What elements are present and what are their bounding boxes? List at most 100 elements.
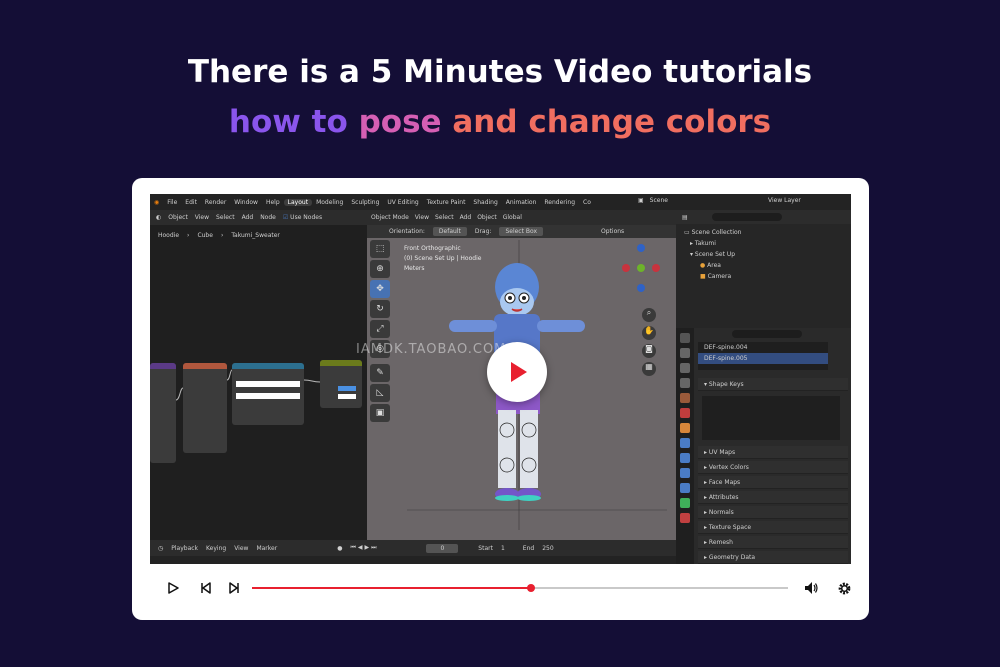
outliner-header: ▤ <box>676 210 851 224</box>
timeline-menu-marker[interactable]: Marker <box>256 545 277 552</box>
video-frame[interactable]: ◉ File Edit Render Window Help Layout Mo… <box>150 194 851 564</box>
bone-row-selected[interactable]: DEF-spine.005 <box>698 353 828 364</box>
camera-view-icon[interactable]: ◙ <box>642 344 656 358</box>
scene-tab-icon[interactable] <box>680 393 690 403</box>
panel-shape-keys[interactable]: ▾ Shape Keys <box>698 378 848 391</box>
timeline-editor-icon[interactable]: ◷ <box>158 545 163 552</box>
properties-editor[interactable]: DEF-spine.004 DEF-spine.005 ▾ Shape Keys… <box>676 328 851 564</box>
view-layer-tab-icon[interactable] <box>680 378 690 388</box>
settings-button[interactable] <box>834 578 854 598</box>
play-button[interactable] <box>163 578 183 598</box>
tab-rendering[interactable]: Rendering <box>540 199 579 206</box>
properties-search[interactable] <box>732 330 802 338</box>
subtitle-part-pose: pose <box>358 104 453 140</box>
panel-face-maps[interactable]: ▸ Face Maps <box>698 476 848 489</box>
menu-help[interactable]: Help <box>262 199 284 206</box>
skip-back-button[interactable] <box>195 578 215 598</box>
node-menu-select[interactable]: Select <box>216 214 235 221</box>
playback-controls-icon[interactable]: ⏮◀▶⏭ <box>350 544 378 552</box>
navigation-gizmo[interactable]: ⌕ ✋ ◙ ▦ <box>616 240 666 376</box>
tab-modeling[interactable]: Modeling <box>312 199 347 206</box>
menu-window[interactable]: Window <box>230 199 262 206</box>
shader-node-editor[interactable]: ◐ Object View Select Add Node ☑ Use Node… <box>150 210 367 556</box>
tab-animation[interactable]: Animation <box>502 199 541 206</box>
end-frame-field[interactable]: 250 <box>542 545 553 552</box>
constraints-tab-icon[interactable] <box>680 483 690 493</box>
current-frame-field[interactable]: 0 <box>426 543 459 553</box>
node-principled-bsdf[interactable] <box>320 360 362 408</box>
panel-normals[interactable]: ▸ Normals <box>698 506 848 519</box>
object-tab-icon[interactable] <box>680 423 690 433</box>
node-texture-coordinate[interactable] <box>150 363 176 463</box>
panel-vertex-colors[interactable]: ▸ Vertex Colors <box>698 461 848 474</box>
menu-edit[interactable]: Edit <box>181 199 201 206</box>
start-frame-field[interactable]: 1 <box>501 545 505 552</box>
use-nodes-checkbox[interactable]: ☑ Use Nodes <box>283 214 322 221</box>
bone-row[interactable]: DEF-spine.004 <box>698 342 828 353</box>
outliner-row-area[interactable]: ● Area <box>676 260 851 271</box>
volume-button[interactable] <box>801 578 821 598</box>
tool-tab-icon[interactable] <box>680 333 690 343</box>
outliner-label-takumi: Takumi <box>694 240 716 247</box>
physics-tab-icon[interactable] <box>680 468 690 478</box>
skip-forward-button[interactable] <box>225 578 245 598</box>
node-menu-view[interactable]: View <box>195 214 209 221</box>
breadcrumb: Hoodie › Cube › Takumi_Sweater <box>158 232 280 239</box>
filter-icon[interactable]: ▤ <box>682 214 688 221</box>
tab-uv-editing[interactable]: UV Editing <box>383 199 422 206</box>
record-icon[interactable]: ● <box>337 545 342 552</box>
tab-sculpting[interactable]: Sculpting <box>347 199 383 206</box>
object-dropdown[interactable]: Object <box>168 214 188 221</box>
timeline-menu-view[interactable]: View <box>234 545 248 552</box>
node-menu-add[interactable]: Add <box>242 214 254 221</box>
panel-attributes[interactable]: ▸ Attributes <box>698 491 848 504</box>
progress-knob[interactable] <box>526 584 535 592</box>
panel-remesh[interactable]: ▸ Remesh <box>698 536 848 549</box>
render-tab-icon[interactable] <box>680 348 690 358</box>
breadcrumb-hoodie: Hoodie <box>158 232 180 239</box>
material-tab-icon[interactable] <box>680 513 690 523</box>
blender-logo-icon: ◉ <box>154 198 160 206</box>
tab-shading[interactable]: Shading <box>469 199 501 206</box>
pan-hand-icon[interactable]: ✋ <box>642 326 656 340</box>
node-menu-node[interactable]: Node <box>260 214 276 221</box>
data-tab-icon[interactable] <box>680 498 690 508</box>
play-overlay-button[interactable] <box>487 342 547 402</box>
tab-layout[interactable]: Layout <box>283 198 313 206</box>
editor-type-icon[interactable]: ◐ <box>156 214 161 221</box>
world-tab-icon[interactable] <box>680 408 690 418</box>
axis-gizmo-icon[interactable] <box>616 240 666 300</box>
panel-geometry-data[interactable]: ▸ Geometry Data <box>698 551 848 564</box>
panel-label-normals: Normals <box>708 508 734 516</box>
output-tab-icon[interactable] <box>680 363 690 373</box>
particles-tab-icon[interactable] <box>680 453 690 463</box>
skip-forward-icon <box>229 582 239 594</box>
zoom-icon[interactable]: ⌕ <box>642 308 656 322</box>
panel-label-attributes: Attributes <box>708 493 739 501</box>
node-noise-texture[interactable] <box>183 363 227 453</box>
timeline-ruler[interactable] <box>150 556 676 564</box>
timeline-menu-playback[interactable]: Playback <box>171 545 198 552</box>
panel-label-uv-maps: UV Maps <box>708 448 736 456</box>
menu-file[interactable]: File <box>163 199 181 206</box>
play-icon <box>168 582 179 594</box>
progress-fill <box>252 587 531 589</box>
timeline-menu-keying[interactable]: Keying <box>206 545 226 552</box>
grid-toggle-icon[interactable]: ▦ <box>642 362 656 376</box>
outliner-scene-collection[interactable]: ▭ Scene Collection <box>676 227 851 238</box>
tab-compositing[interactable]: Co <box>579 199 595 206</box>
outliner[interactable]: ▤ ▭ Scene Collection ▸ Takumi ▾ Scene Se… <box>676 210 851 328</box>
menu-render[interactable]: Render <box>201 199 230 206</box>
outliner-row-scene-setup[interactable]: ▾ Scene Set Up <box>676 249 851 260</box>
outliner-search[interactable] <box>711 213 782 221</box>
node-color-ramp[interactable] <box>232 363 304 425</box>
view-layer-selector[interactable]: View Layer <box>768 197 801 204</box>
modifier-tab-icon[interactable] <box>680 438 690 448</box>
outliner-row-takumi[interactable]: ▸ Takumi <box>676 238 851 249</box>
progress-track[interactable] <box>252 584 788 592</box>
scene-selector[interactable]: ▣ Scene <box>638 197 668 204</box>
outliner-row-camera[interactable]: ■ Camera <box>676 271 851 282</box>
panel-texture-space[interactable]: ▸ Texture Space <box>698 521 848 534</box>
tab-texture-paint[interactable]: Texture Paint <box>423 199 470 206</box>
panel-uv-maps[interactable]: ▸ UV Maps <box>698 446 848 459</box>
